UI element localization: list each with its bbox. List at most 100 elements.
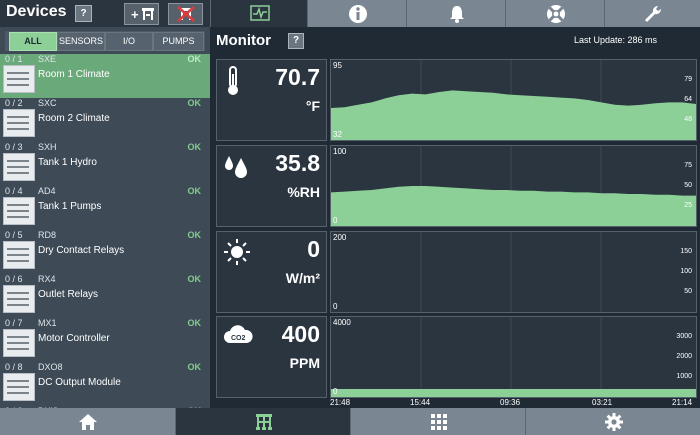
device-row[interactable]: 0 / 6 RX4 OK Outlet Relays [0, 274, 210, 319]
nav-apps[interactable] [350, 408, 526, 435]
device-row[interactable]: 0 / 3 SXH OK Tank 1 Hydro [0, 142, 210, 187]
device-code: SXH [38, 142, 57, 152]
x-tick: 15:44 [410, 398, 431, 407]
device-number: 0 / 1 [5, 54, 23, 64]
sensor-value: 400 [281, 321, 320, 347]
sensor-value: 0 [307, 236, 320, 262]
device-row[interactable]: 0 / 2 SXC OK Room 2 Climate [0, 98, 210, 143]
sensor-chart[interactable]: 4000 0 3000 2000 1000 [330, 316, 697, 398]
chart-ytick: 48 [684, 116, 692, 123]
chart-ytick: 75 [684, 162, 692, 169]
device-row[interactable]: 0 / 1 SXE OK Room 1 Climate [0, 54, 210, 99]
device-name: Outlet Relays [38, 289, 99, 300]
sensor-value: 70.7 [275, 64, 320, 90]
last-update-text: Last Update: 286 ms [574, 35, 658, 45]
device-name: Tank 1 Pumps [38, 201, 102, 212]
devices-network-icon [255, 414, 272, 430]
nav-devices[interactable] [175, 408, 351, 435]
sensor-value-box[interactable]: 0 W/m² [216, 231, 327, 313]
nav-home[interactable] [0, 408, 175, 435]
device-name: Motor Controller [38, 333, 110, 344]
device-name: Room 1 Climate [38, 69, 110, 80]
svg-text:CO2: CO2 [231, 335, 246, 342]
wrench-icon [645, 5, 662, 22]
tab-settings[interactable] [604, 0, 700, 27]
device-code: RD8 [38, 230, 57, 240]
chart-ymin: 0 [333, 216, 338, 225]
sensor-unit: PPM [289, 355, 320, 371]
device-row[interactable]: 0 / 7 MX1 OK Motor Controller [0, 318, 210, 363]
remove-device-icon [177, 6, 195, 22]
chart-area [331, 186, 696, 226]
device-thumbnail [3, 329, 35, 357]
chart-plot [331, 317, 696, 397]
devices-header: Devices ? + [0, 0, 210, 27]
chart-ytick: 79 [684, 76, 692, 83]
sensor-unit: W/m² [285, 270, 320, 286]
filter-all[interactable]: ALL [9, 32, 57, 51]
device-number: 0 / 6 [5, 274, 23, 284]
device-number: 0 / 4 [5, 186, 23, 196]
tab-alarms[interactable] [406, 0, 506, 27]
chart-ytick: 50 [684, 288, 692, 295]
sensor-icon: CO2 [223, 323, 253, 352]
filter-sensors[interactable]: SENSORS [57, 32, 105, 51]
device-status: OK [187, 318, 202, 328]
grid-icon [430, 414, 447, 430]
add-device-button[interactable]: + [124, 3, 159, 25]
sensor-chart[interactable]: 95 32 79 64 48 [330, 59, 697, 141]
nav-settings[interactable] [525, 408, 700, 435]
device-thumbnail [3, 241, 35, 269]
sensor-value-box[interactable]: 35.8 %RH [216, 145, 327, 227]
chart-area [331, 90, 696, 140]
device-thumbnail [3, 373, 35, 401]
chart-area [331, 389, 696, 397]
chart-ytick: 50 [684, 182, 692, 189]
device-row[interactable]: 0 / 5 RD8 OK Dry Contact Relays [0, 230, 210, 275]
remove-device-button[interactable] [168, 3, 203, 25]
gear-icon [604, 413, 623, 431]
filter-pumps[interactable]: PUMPS [153, 32, 204, 51]
chart-ymin: 0 [333, 387, 338, 396]
device-row[interactable]: 0 / 4 AD4 OK Tank 1 Pumps [0, 186, 210, 231]
device-number: 0 / 3 [5, 142, 23, 152]
device-status: OK [187, 98, 202, 108]
co2-cloud-icon: CO2 [224, 325, 253, 343]
tab-monitor[interactable] [210, 0, 308, 27]
chart-plot [331, 146, 696, 226]
chart-ymin: 32 [333, 130, 342, 139]
devices-help-button[interactable]: ? [75, 5, 92, 22]
lifebuoy-icon [546, 5, 565, 23]
device-name: Tank 1 Hydro [38, 157, 97, 168]
device-status: OK [187, 274, 202, 284]
tab-info[interactable] [307, 0, 407, 27]
device-code: DXO8 [38, 362, 63, 372]
chart-ytick: 64 [684, 96, 692, 103]
device-status: OK [187, 362, 202, 372]
sun-icon [224, 239, 250, 265]
device-name: Room 2 Climate [38, 113, 110, 124]
device-thumbnail [3, 109, 35, 137]
sensor-value-box[interactable]: 70.7 °F [216, 59, 327, 141]
chart-ytick: 2000 [676, 353, 692, 360]
device-code: MX1 [38, 318, 57, 328]
sensor-chart[interactable]: 100 0 75 50 25 [330, 145, 697, 227]
sensor-value-box[interactable]: CO2 400 PPM [216, 316, 327, 398]
device-list: 0 / 1 SXE OK Room 1 Climate 0 / 2 SXC OK Room 2… [0, 54, 210, 408]
sensor-icon [223, 66, 243, 101]
device-number: 0 / 8 [5, 362, 23, 372]
filter-io[interactable]: I/O [105, 32, 153, 51]
sensor-chart[interactable]: 200 0 150 100 50 [330, 231, 697, 313]
sensor-icon [223, 152, 249, 187]
tab-help[interactable] [505, 0, 605, 27]
chart-ymax: 95 [333, 61, 342, 70]
thermometer-icon [228, 66, 238, 95]
device-row[interactable]: 0 / 8 DXO8 OK DC Output Module [0, 362, 210, 407]
bell-icon [449, 6, 464, 23]
device-number: 0 / 5 [5, 230, 23, 240]
chart-ymax: 200 [333, 233, 347, 242]
x-tick: 09:36 [500, 398, 521, 407]
device-number: 0 / 2 [5, 98, 23, 108]
info-icon [348, 5, 367, 23]
monitor-help-button[interactable]: ? [288, 33, 304, 49]
